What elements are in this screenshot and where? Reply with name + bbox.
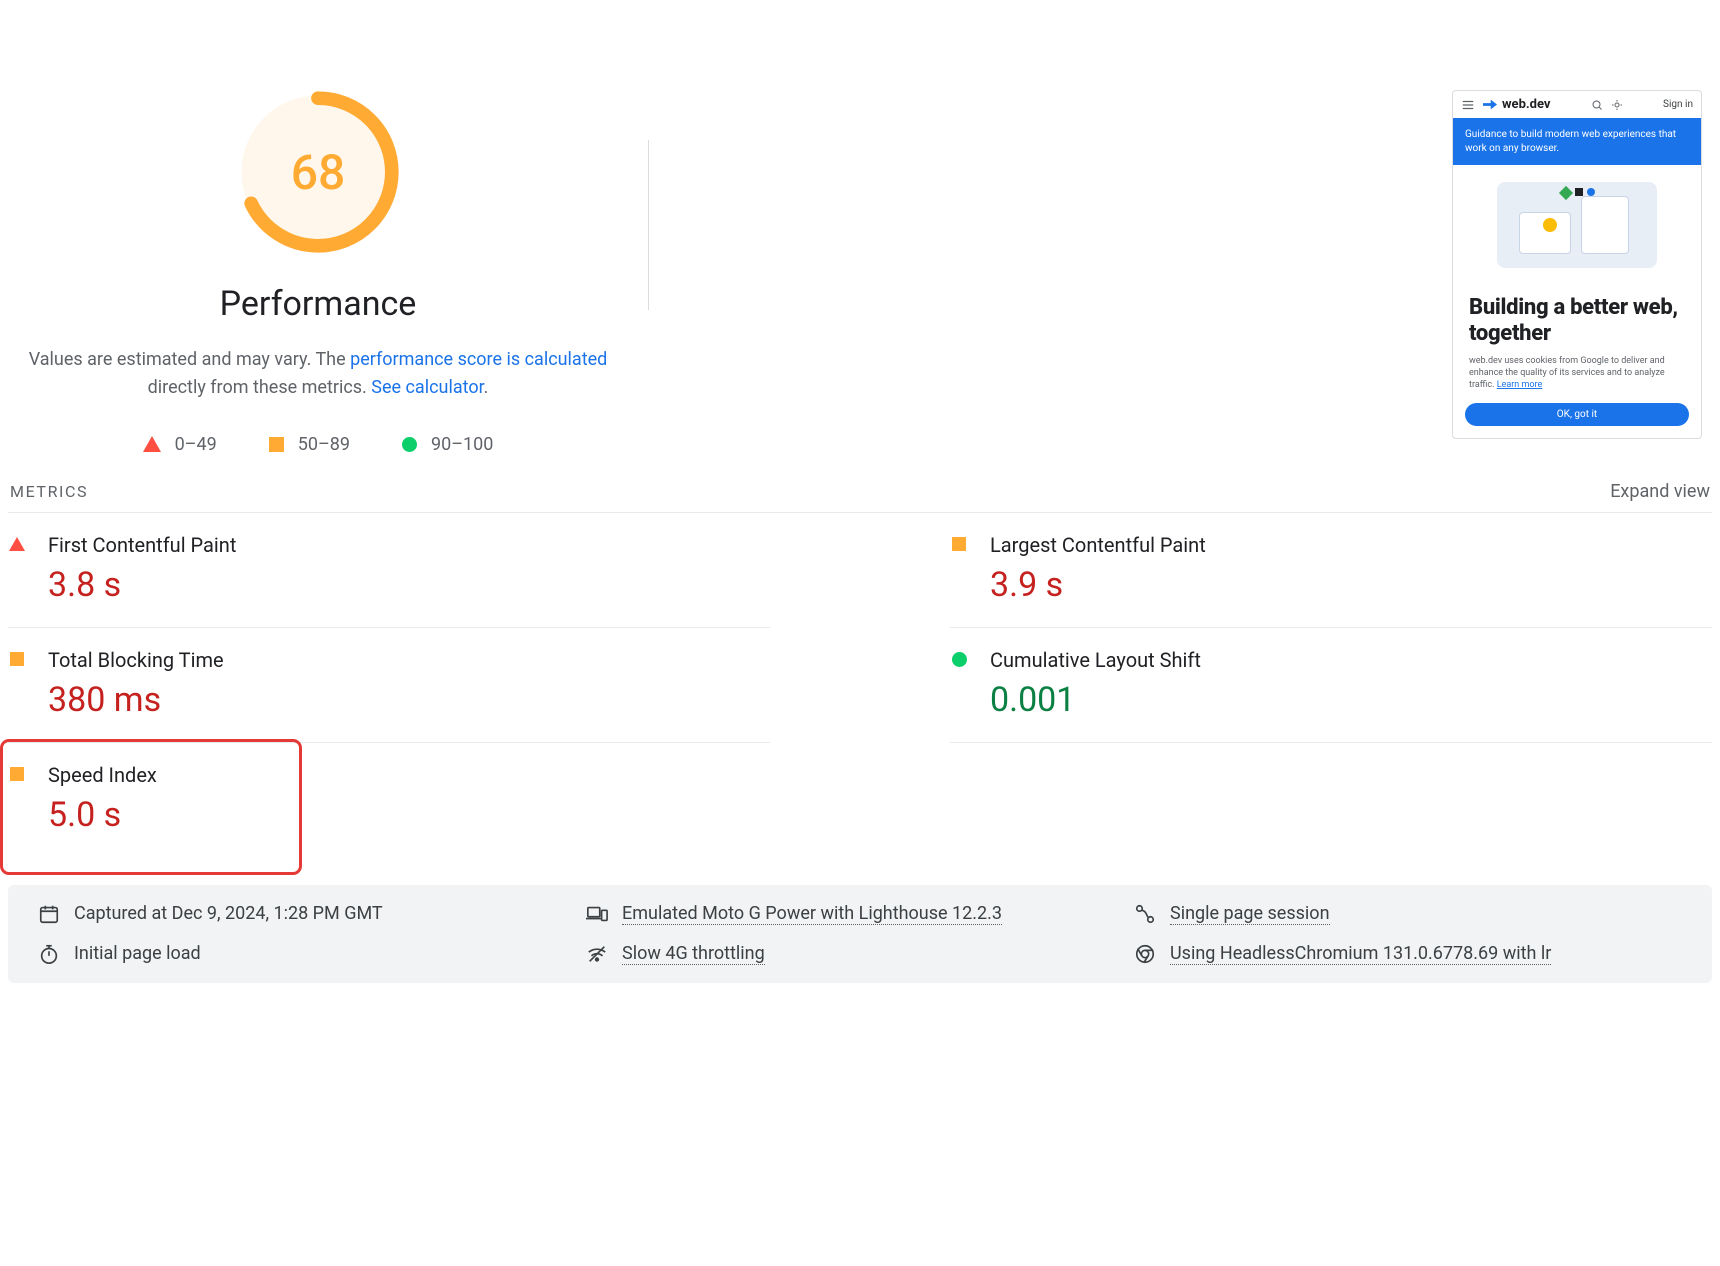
captured-at: Captured at Dec 9, 2024, 1:28 PM GMT [38,903,586,925]
triangle-icon [143,436,161,452]
metric-label: First Contentful Paint [48,533,236,557]
performance-score-block: 68 Performance Values are estimated and … [8,90,628,455]
search-icon [1591,99,1603,111]
session-icon [1134,903,1156,925]
metric-value: 5.0 s [48,795,157,835]
metric-label: Cumulative Layout Shift [990,648,1201,672]
vertical-divider [648,140,649,310]
captured-at-text: Captured at Dec 9, 2024, 1:28 PM GMT [74,903,383,924]
see-calculator-link[interactable]: See calculator [371,377,483,398]
score-gauge: 68 [236,90,400,254]
emulated-device: Emulated Moto G Power with Lighthouse 12… [586,903,1134,925]
square-icon [952,537,966,551]
cookie-accept-button: OK, got it [1465,403,1689,426]
network-throttle: Slow 4G throttling [586,943,1134,965]
metric-value: 3.8 s [48,565,236,605]
chrome-icon [1134,943,1156,965]
legend-average: 50–89 [269,434,350,455]
expand-view-toggle[interactable]: Expand view [1610,481,1710,502]
metric-value: 0.001 [990,680,1201,720]
performance-note: Values are estimated and may vary. The p… [8,346,628,402]
metrics-grid: First Contentful Paint 3.8 s Largest Conte… [8,513,1712,857]
signin-text: Sign in [1663,99,1693,110]
hero-headline: Building a better web, together [1453,285,1701,355]
site-name: web.dev [1502,97,1551,112]
page-load-type-text: Initial page load [74,943,201,964]
metric-cls[interactable]: Cumulative Layout Shift 0.001 [950,628,1712,743]
score-legend: 0–49 50–89 90–100 [143,434,494,455]
devices-icon [586,903,608,925]
performance-note-text3: . [484,377,489,398]
score-value: 68 [236,90,400,254]
browser-version: Using HeadlessChromium 131.0.6778.69 wit… [1134,943,1682,965]
circle-icon [402,437,417,452]
session-type-text[interactable]: Single page session [1170,903,1330,925]
metric-label: Total Blocking Time [48,648,224,672]
logo-arrow-icon [1483,98,1497,112]
hero-banner: Guidance to build modern web experiences… [1453,118,1701,165]
performance-note-text2: directly from these metrics. [148,377,372,398]
performance-note-text: Values are estimated and may vary. The [29,349,350,370]
performance-title: Performance [220,284,417,324]
metric-fcp[interactable]: First Contentful Paint 3.8 s [8,513,770,628]
summary-row: 68 Performance Values are estimated and … [8,0,1712,455]
learn-more-link: Learn more [1497,380,1543,390]
metrics-title: METRICS [10,482,88,501]
legend-pass-label: 90–100 [431,434,493,455]
session-type: Single page session [1134,903,1682,925]
square-icon [10,767,24,781]
runtime-settings-footer: Captured at Dec 9, 2024, 1:28 PM GMT Emu… [8,885,1712,983]
metric-label: Largest Contentful Paint [990,533,1206,557]
page-screenshot-thumbnail[interactable]: web.dev Sign in Guidance to build modern… [1452,90,1712,455]
score-calc-link[interactable]: performance score is calculated [350,349,607,370]
metric-lcp[interactable]: Largest Contentful Paint 3.9 s [950,513,1712,628]
site-logo: web.dev [1483,97,1551,112]
page-load-type: Initial page load [38,943,586,965]
circle-icon [952,652,967,667]
square-icon [10,652,24,666]
legend-fail: 0–49 [143,434,217,455]
metric-si[interactable]: Speed Index 5.0 s [8,743,770,857]
metrics-header: METRICS Expand view [8,481,1712,512]
metric-value: 3.9 s [990,565,1206,605]
triangle-icon [9,537,25,551]
metric-tbt[interactable]: Total Blocking Time 380 ms [8,628,770,743]
calendar-icon [38,903,60,925]
menu-icon [1461,98,1475,112]
browser-version-text[interactable]: Using HeadlessChromium 131.0.6778.69 wit… [1170,943,1551,965]
legend-pass: 90–100 [402,434,493,455]
square-icon [269,437,284,452]
metric-label: Speed Index [48,763,157,787]
stopwatch-icon [38,943,60,965]
network-icon [586,943,608,965]
cookie-notice: web.dev uses cookies from Google to deli… [1453,355,1701,399]
emulated-device-text[interactable]: Emulated Moto G Power with Lighthouse 12… [622,903,1002,925]
network-throttle-text[interactable]: Slow 4G throttling [622,943,765,965]
legend-fail-label: 0–49 [175,434,217,455]
legend-average-label: 50–89 [298,434,350,455]
metric-value: 380 ms [48,680,224,720]
theme-icon [1611,99,1623,111]
hero-illustration [1453,165,1701,285]
